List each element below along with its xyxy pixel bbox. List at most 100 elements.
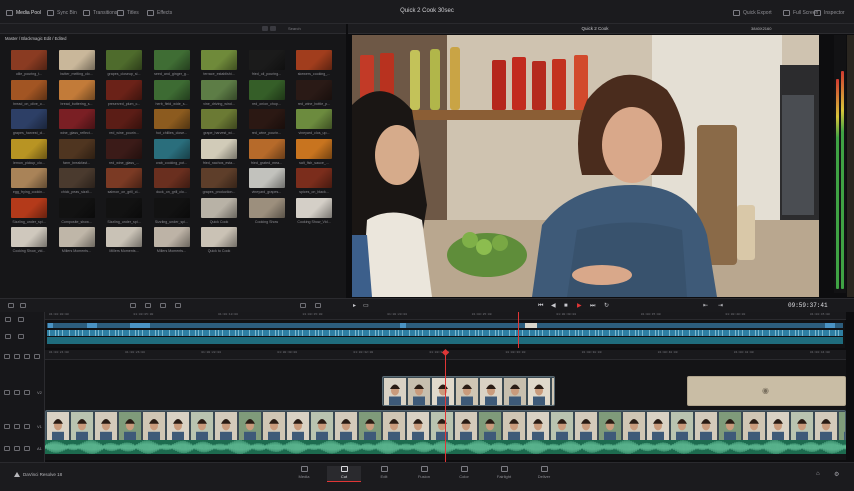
media-clip-thumbnail[interactable]: salt_fish_sauce_... [296,138,332,169]
page-tab-cut[interactable]: Cut [327,466,361,482]
media-clip-thumbnail[interactable]: bread_buttering_s... [58,79,95,110]
viewer-frame[interactable] [352,35,819,297]
track-height-icon[interactable] [18,334,24,339]
visibility-v2-icon[interactable] [14,390,20,395]
audio-options-icon[interactable] [18,317,24,322]
toolbar-inspector-button[interactable]: Inspector [814,8,845,17]
settings-gear-icon[interactable]: ⚙ [834,471,839,478]
upper-playhead[interactable] [518,312,519,348]
blade-icon[interactable] [4,354,10,359]
clip-display-v1-icon[interactable] [24,424,30,429]
media-clip-thumbnail[interactable]: terrace_establishi... [201,50,237,80]
toolbar-full-screen-button[interactable]: Full Screen [783,8,818,17]
media-clip-thumbnail[interactable]: vine_driving_wind... [201,79,237,110]
media-clip-thumbnail[interactable]: skewers_cooking_... [296,50,332,80]
timeline-clip-v2[interactable] [382,376,555,406]
breadcrumb[interactable]: Master / Blackmagic Edit / Edited [0,34,346,42]
home-icon[interactable]: ⌂ [816,471,820,477]
media-clip-thumbnail[interactable]: fried_grated_mea... [248,138,285,169]
link-icon[interactable] [14,354,20,359]
media-clip-thumbnail[interactable]: chick_peas_sizzli... [58,168,95,198]
ripple-overwrite-icon[interactable] [130,303,136,308]
lower-playhead[interactable] [445,352,446,462]
media-clip-thumbnail[interactable]: ollie_pouring_t... [11,50,47,80]
lock-track-v2-icon[interactable] [4,390,10,395]
media-clip-thumbnail[interactable]: salmon_on_grill_cl... [106,168,142,198]
media-clip-thumbnail[interactable]: Quick Cook [201,197,237,228]
media-clip-thumbnail[interactable]: Sizzling_under_spi... [11,197,47,228]
smart-insert-icon[interactable] [8,303,14,308]
upper-timeline-ruler[interactable]: 01:00:00:00 01:00:05:00 01:00:10:00 01:00:1… [45,312,846,320]
media-clip-thumbnail[interactable]: seed_and_ginger_g... [153,50,190,80]
media-clip-thumbnail[interactable]: fried_oil_pouring... [248,50,285,80]
media-clip-thumbnail[interactable]: Cooking Show_vid... [11,227,47,257]
media-clip-thumbnail[interactable]: grapes_closeup_sl... [106,50,142,80]
source-overwrite-icon[interactable] [175,303,181,308]
solo-a1-icon[interactable] [24,446,30,451]
viewer-mode-icon[interactable]: ▭ [363,303,369,309]
media-clip-thumbnail[interactable]: preserved_plum_c... [106,79,142,110]
mark-in-icon[interactable]: ⇤ [703,303,708,309]
media-clip-thumbnail[interactable]: vineyard_grapes... [248,168,285,198]
media-clip-thumbnail[interactable]: red_wine_pourin... [106,109,142,139]
audio-scrub-icon[interactable] [24,354,30,359]
media-clip-thumbnail[interactable]: lemon_pickup_clo... [11,138,47,169]
page-tab-media[interactable]: Media [287,466,321,482]
media-clip-thumbnail[interactable]: Millers Moments... [153,227,190,257]
media-clip-thumbnail[interactable]: Cooking Show_Vid... [296,197,332,228]
split-clip-icon[interactable] [300,303,306,308]
lock-track-a1-icon[interactable] [4,446,10,451]
media-clip-thumbnail[interactable]: egg_frying_cookin... [11,168,47,198]
list-view-icon[interactable] [270,26,276,31]
media-clip-thumbnail[interactable]: red_wine_glass_... [106,138,142,169]
page-tab-edit[interactable]: Edit [367,466,401,482]
clip-display-v2-icon[interactable] [24,390,30,395]
media-clip-thumbnail[interactable]: red_onion_chop... [248,79,285,110]
media-clip-thumbnail[interactable]: Quick to Cook [201,227,237,257]
mark-out-icon[interactable]: ⇥ [718,303,723,309]
resolution-label[interactable]: 3840X2160 [751,26,771,31]
play-icon[interactable]: ▶ [577,303,582,309]
close-up-icon[interactable] [145,303,151,308]
go-to-start-icon[interactable]: ⏮ [538,303,543,309]
media-clip-thumbnail[interactable]: bread_on_olive_o... [11,79,47,110]
page-tab-fusion[interactable]: Fusion [407,466,441,482]
media-clip-thumbnail[interactable]: fried_nachos_esta... [201,138,237,169]
append-icon[interactable] [20,303,26,308]
media-clip-thumbnail[interactable]: Millers Moments... [106,227,142,257]
mute-a1-icon[interactable] [14,446,20,451]
media-clip-thumbnail[interactable]: red_wine_pourin... [248,109,285,139]
timeline-clip-title[interactable]: ◉ [687,376,846,406]
media-clip-thumbnail[interactable]: butter_melting_clo... [58,50,95,80]
mini-timeline[interactable] [45,320,845,348]
go-to-end-icon[interactable]: ⏭ [590,303,595,309]
stop-icon[interactable]: ■ [564,303,568,309]
media-clip-thumbnail[interactable]: Composite_show... [58,197,95,228]
lock-track-v1-icon[interactable] [4,424,10,429]
media-clip-thumbnail[interactable]: red_wine_bottle_p... [296,79,332,110]
page-tab-fairlight[interactable]: Fairlight [487,466,521,482]
media-clip-thumbnail[interactable]: duck_on_grill_clo... [153,168,190,198]
reverse-icon[interactable]: ◀ [551,303,556,309]
media-clip-thumbnail[interactable]: grape_harvest_wi... [201,109,237,139]
media-clip-thumbnail[interactable]: vineyard_clos_up... [296,109,332,139]
page-tab-deliver[interactable]: Deliver [527,466,561,482]
media-clip-thumbnail[interactable]: farm_breakfast... [58,138,95,169]
timeline-options-icon[interactable] [5,317,11,322]
zoom-mode-icon[interactable] [34,354,40,359]
select-tool-icon[interactable]: ▸ [353,303,356,309]
toolbar-quick-export-button[interactable]: Quick Export [733,8,772,17]
media-clip-thumbnail[interactable]: Sizzling_under_spi... [106,197,142,228]
media-clip-thumbnail[interactable]: hot_chillies_close... [153,109,190,139]
zoom-icon[interactable] [5,334,11,339]
thumbnail-view-icon[interactable] [262,26,268,31]
media-clip-thumbnail[interactable]: Cooking Show [248,197,285,228]
media-clip-thumbnail[interactable]: spices_on_black... [296,168,332,198]
media-clip-thumbnail[interactable]: Millers Moments... [58,227,95,257]
media-clip-thumbnail[interactable]: crab_cooking_pot... [153,138,190,169]
place-on-top-icon[interactable] [160,303,166,308]
page-tab-color[interactable]: Color [447,466,481,482]
media-clip-thumbnail[interactable]: grapes_production... [201,168,237,198]
media-clip-thumbnail[interactable]: herb_field_wide_s... [153,79,190,110]
loop-icon[interactable]: ↻ [604,303,609,309]
